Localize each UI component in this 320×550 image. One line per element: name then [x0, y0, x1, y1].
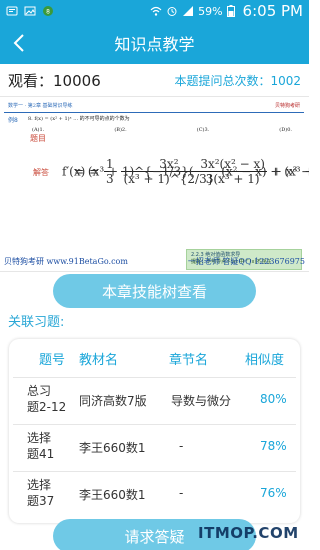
formula-fraction-3: 3x²(x² − x) 3(x³ + 1): [198, 157, 267, 187]
column-header-similarity: 相似度: [245, 352, 285, 368]
notification-icon: [6, 5, 18, 17]
choice-c: (C)3.: [196, 127, 210, 133]
title-bar: 知识点教学: [0, 22, 309, 64]
row-chapter: -: [179, 486, 184, 500]
divider: [13, 424, 296, 425]
answer-choices: (A)1. (B)2. (C)3. (D)0.: [32, 127, 292, 133]
status-bar: 8 59% 6:05 PM: [0, 0, 309, 22]
formula-row2-tail: + x³ − 1): [271, 164, 309, 179]
choice-d: (D)0.: [279, 127, 292, 133]
row-similarity: 78%: [260, 439, 287, 453]
ask-count-label: 本题提问总次数：: [174, 73, 271, 88]
row-chapter: -: [179, 439, 184, 453]
column-header-id: 题号: [39, 352, 66, 368]
chevron-left-icon: [13, 34, 24, 52]
image-icon: [24, 5, 36, 17]
skill-tree-button[interactable]: 本章技能树查看: [53, 274, 256, 308]
row-book: 同济高数7版: [79, 394, 147, 408]
ask-count-value: 1002: [270, 73, 301, 88]
battery-icon: [226, 5, 239, 17]
table-row[interactable]: 选择 题41 李王660数1 - 78%: [9, 428, 300, 470]
answer-label: 解答: [33, 168, 49, 177]
doc-header: 数学一 · 第2章 基础常识导练 贝特狗考研: [4, 102, 304, 112]
view-count-label: 观看：: [8, 71, 54, 90]
wifi-icon: [150, 5, 162, 17]
doc-header-divider: [4, 112, 304, 113]
table-row[interactable]: 选择 题37 李王660数1 - 76%: [9, 475, 300, 517]
view-count: 观看：10006: [8, 70, 101, 91]
formula-row2-lead: = (x³ + 1)^{−1/3}(: [74, 164, 194, 179]
choice-b: (B)2.: [114, 127, 127, 133]
row-id: 总习 题2-12: [27, 384, 67, 414]
watermark: ITMOP.COM: [198, 524, 299, 542]
doc-header-left: 数学一 · 第2章 基础常识导练: [8, 103, 73, 109]
table-header: 题号 教材名 章节名 相似度: [9, 339, 300, 377]
stats-bar: 观看：10006 本题提问总次数：1002: [0, 64, 309, 96]
app-badge-icon: 8: [42, 5, 54, 17]
doc-header-right: 贝特狗考研: [274, 103, 300, 109]
svg-text:8: 8: [46, 9, 50, 16]
doc-footer-right: 一招老师 答疑QQ 1223676975: [187, 256, 305, 266]
divider: [13, 377, 296, 378]
alarm-icon: [166, 5, 178, 17]
exercise-tag: 例8: [8, 117, 18, 124]
row-similarity: 76%: [260, 486, 287, 500]
back-button[interactable]: [6, 30, 32, 56]
divider: [13, 471, 296, 472]
signal-icon: [182, 5, 194, 17]
question-text: 8. f(x) = (x² + 1)ˣ ... 的不可导的点的个数为: [28, 116, 130, 122]
column-header-chapter: 章节名: [169, 352, 209, 368]
view-count-value: 10006: [53, 71, 101, 90]
row-book: 李王660数1: [79, 441, 146, 455]
page-title: 知识点教学: [114, 35, 195, 54]
related-exercises-title: 关联习题:: [8, 315, 65, 330]
battery-percent: 59%: [198, 4, 223, 18]
related-exercises-table: 题号 教材名 章节名 相似度 总习 题2-12 同济高数7版 导数与微分 80%…: [9, 339, 300, 523]
question-label: 题目: [30, 134, 46, 143]
row-book: 李王660数1: [79, 488, 146, 502]
row-similarity: 80%: [260, 392, 287, 406]
doc-footer-left: 贝特狗考研 www.91BetaGo.com: [4, 256, 128, 266]
table-row[interactable]: 总习 题2-12 同济高数7版 导数与微分 80%: [9, 381, 300, 423]
row-id: 选择 题41: [27, 431, 55, 461]
lesson-document: 数学一 · 第2章 基础常识导练 贝特狗考研 例8 8. f(x) = (x² …: [0, 96, 309, 272]
clock: 6:05 PM: [242, 2, 303, 20]
doc-footer: 贝特狗考研 www.91BetaGo.com 一招老师 答疑QQ 1223676…: [0, 254, 309, 268]
column-header-book: 教材名: [79, 352, 119, 368]
ask-count: 本题提问总次数：1002: [174, 72, 301, 89]
row-chapter: 导数与微分: [171, 394, 232, 408]
row-id: 选择 题37: [27, 478, 55, 508]
formula-row-2: = (x³ + 1)^{−1/3}( 3x²(x² − x) 3(x³ + 1) …: [62, 157, 309, 199]
